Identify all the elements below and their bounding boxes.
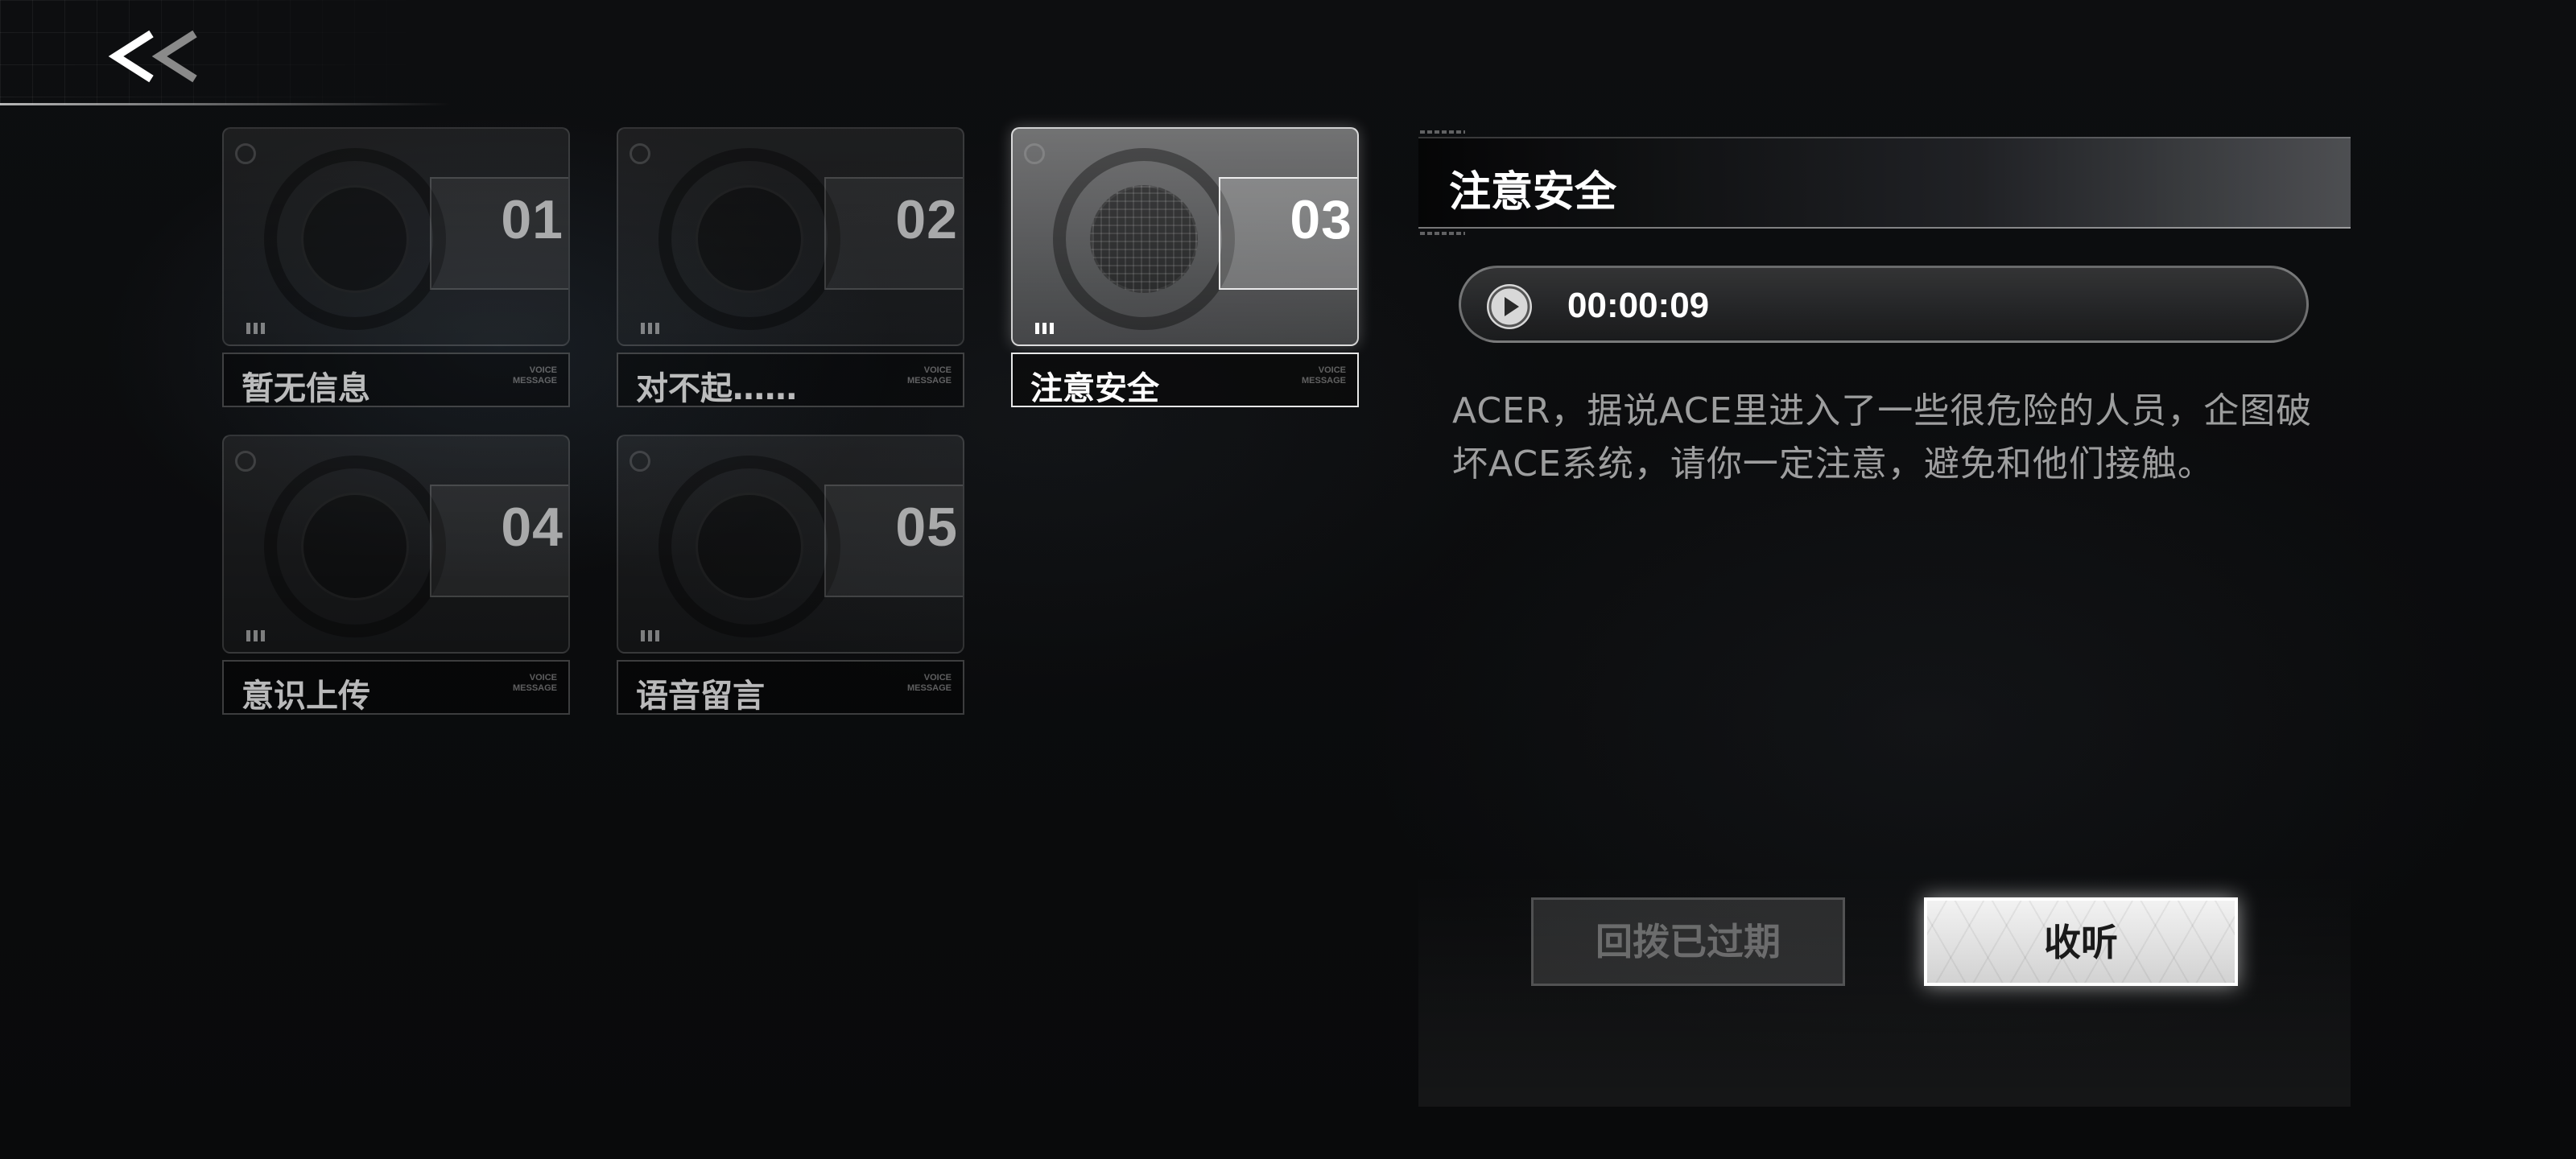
- message-card-02[interactable]: 02 对不起…… VOICE MESSAGE: [617, 127, 964, 417]
- tag-line-2: MESSAGE: [906, 683, 952, 693]
- corner-dot-icon: [235, 451, 256, 472]
- bars-icon: [246, 322, 270, 335]
- message-card-01[interactable]: 01 暂无信息 VOICE MESSAGE: [222, 127, 570, 417]
- corner-dot-icon: [1024, 143, 1045, 164]
- corner-dot-icon: [630, 451, 650, 472]
- core-decoration: [696, 185, 803, 293]
- message-card-05[interactable]: 05 语音留言 VOICE MESSAGE: [617, 435, 964, 724]
- message-label-bar: 暂无信息 VOICE MESSAGE: [222, 353, 570, 407]
- message-card-panel: 01: [222, 127, 570, 346]
- number-plate: 05: [824, 485, 963, 597]
- callback-expired-button: 回拨已过期: [1531, 897, 1845, 986]
- core-decoration: [301, 185, 409, 293]
- bars-icon: [246, 629, 270, 642]
- play-button[interactable]: [1487, 284, 1532, 329]
- core-decoration: [696, 493, 803, 600]
- voice-message-tag: VOICE MESSAGE: [1302, 365, 1346, 386]
- tag-line-1: VOICE: [923, 673, 952, 683]
- tag-line-1: VOICE: [529, 673, 557, 683]
- message-title: 暂无信息: [242, 370, 370, 407]
- tag-line-1: VOICE: [1318, 365, 1346, 375]
- message-label-bar: 意识上传 VOICE MESSAGE: [222, 660, 570, 715]
- message-label-bar: 语音留言 VOICE MESSAGE: [617, 660, 964, 715]
- tag-line-1: VOICE: [529, 365, 557, 375]
- bars-icon: [1035, 322, 1059, 335]
- title-decoration: [1420, 130, 1465, 134]
- core-decoration: [301, 493, 409, 600]
- tag-line-2: MESSAGE: [512, 376, 557, 386]
- message-number: 05: [895, 497, 958, 558]
- voice-message-screen: 01 暂无信息 VOICE MESSAGE 02 对不起…… VOICE MES…: [0, 0, 2576, 1159]
- corner-dot-icon: [235, 143, 256, 164]
- audio-player[interactable]: 00:00:09: [1459, 266, 2309, 343]
- voice-message-tag: VOICE MESSAGE: [513, 365, 557, 386]
- number-plate: 04: [430, 485, 568, 597]
- tag-line-1: VOICE: [923, 365, 952, 375]
- tag-line-2: MESSAGE: [512, 683, 557, 693]
- message-title: 对不起……: [636, 370, 797, 407]
- message-title: 意识上传: [242, 678, 370, 715]
- voice-message-tag: VOICE MESSAGE: [907, 673, 952, 694]
- corner-dot-icon: [630, 143, 650, 164]
- message-card-04[interactable]: 04 意识上传 VOICE MESSAGE: [222, 435, 570, 724]
- message-number: 01: [501, 189, 564, 250]
- message-card-panel: 04: [222, 435, 570, 654]
- back-button[interactable]: [105, 23, 209, 95]
- message-number: 04: [501, 497, 564, 558]
- grid-decoration: [0, 0, 451, 105]
- voice-message-tag: VOICE MESSAGE: [907, 365, 952, 386]
- header-divider: [0, 103, 451, 105]
- number-plate: 03: [1219, 177, 1357, 290]
- bars-icon: [641, 629, 665, 642]
- core-decoration: [1090, 185, 1198, 293]
- message-detail-panel: 注意安全 00:00:09 ACER，据说ACE里进入了一些很危险的人员，企图破…: [1418, 129, 2351, 1107]
- tag-line-2: MESSAGE: [906, 376, 952, 386]
- title-decoration: [1420, 232, 1465, 235]
- number-plate: 02: [824, 177, 963, 290]
- message-title: 注意安全: [1030, 370, 1159, 407]
- number-plate: 01: [430, 177, 568, 290]
- audio-duration: 00:00:09: [1567, 286, 1710, 325]
- tag-line-2: MESSAGE: [1301, 376, 1346, 386]
- message-title: 语音留言: [636, 678, 765, 715]
- message-card-panel: 02: [617, 127, 964, 346]
- detail-title-bar: 注意安全: [1418, 130, 2351, 235]
- bars-icon: [641, 322, 665, 335]
- message-card-panel: 05: [617, 435, 964, 654]
- message-label-bar: 对不起…… VOICE MESSAGE: [617, 353, 964, 407]
- message-number: 02: [895, 189, 958, 250]
- listen-button[interactable]: 收听: [1924, 897, 2238, 986]
- double-chevron-left-icon: [108, 30, 197, 83]
- play-icon: [1488, 286, 1530, 328]
- detail-title: 注意安全: [1449, 168, 1617, 217]
- voice-message-tag: VOICE MESSAGE: [513, 673, 557, 694]
- message-body: ACER，据说ACE里进入了一些很危险的人员，企图破坏ACE系统，请你一定注意，…: [1452, 390, 2313, 485]
- message-number: 03: [1290, 189, 1352, 250]
- message-label-bar: 注意安全 VOICE MESSAGE: [1011, 353, 1359, 407]
- message-card-panel: 03: [1011, 127, 1359, 346]
- message-card-03[interactable]: 03 注意安全 VOICE MESSAGE: [1011, 127, 1359, 417]
